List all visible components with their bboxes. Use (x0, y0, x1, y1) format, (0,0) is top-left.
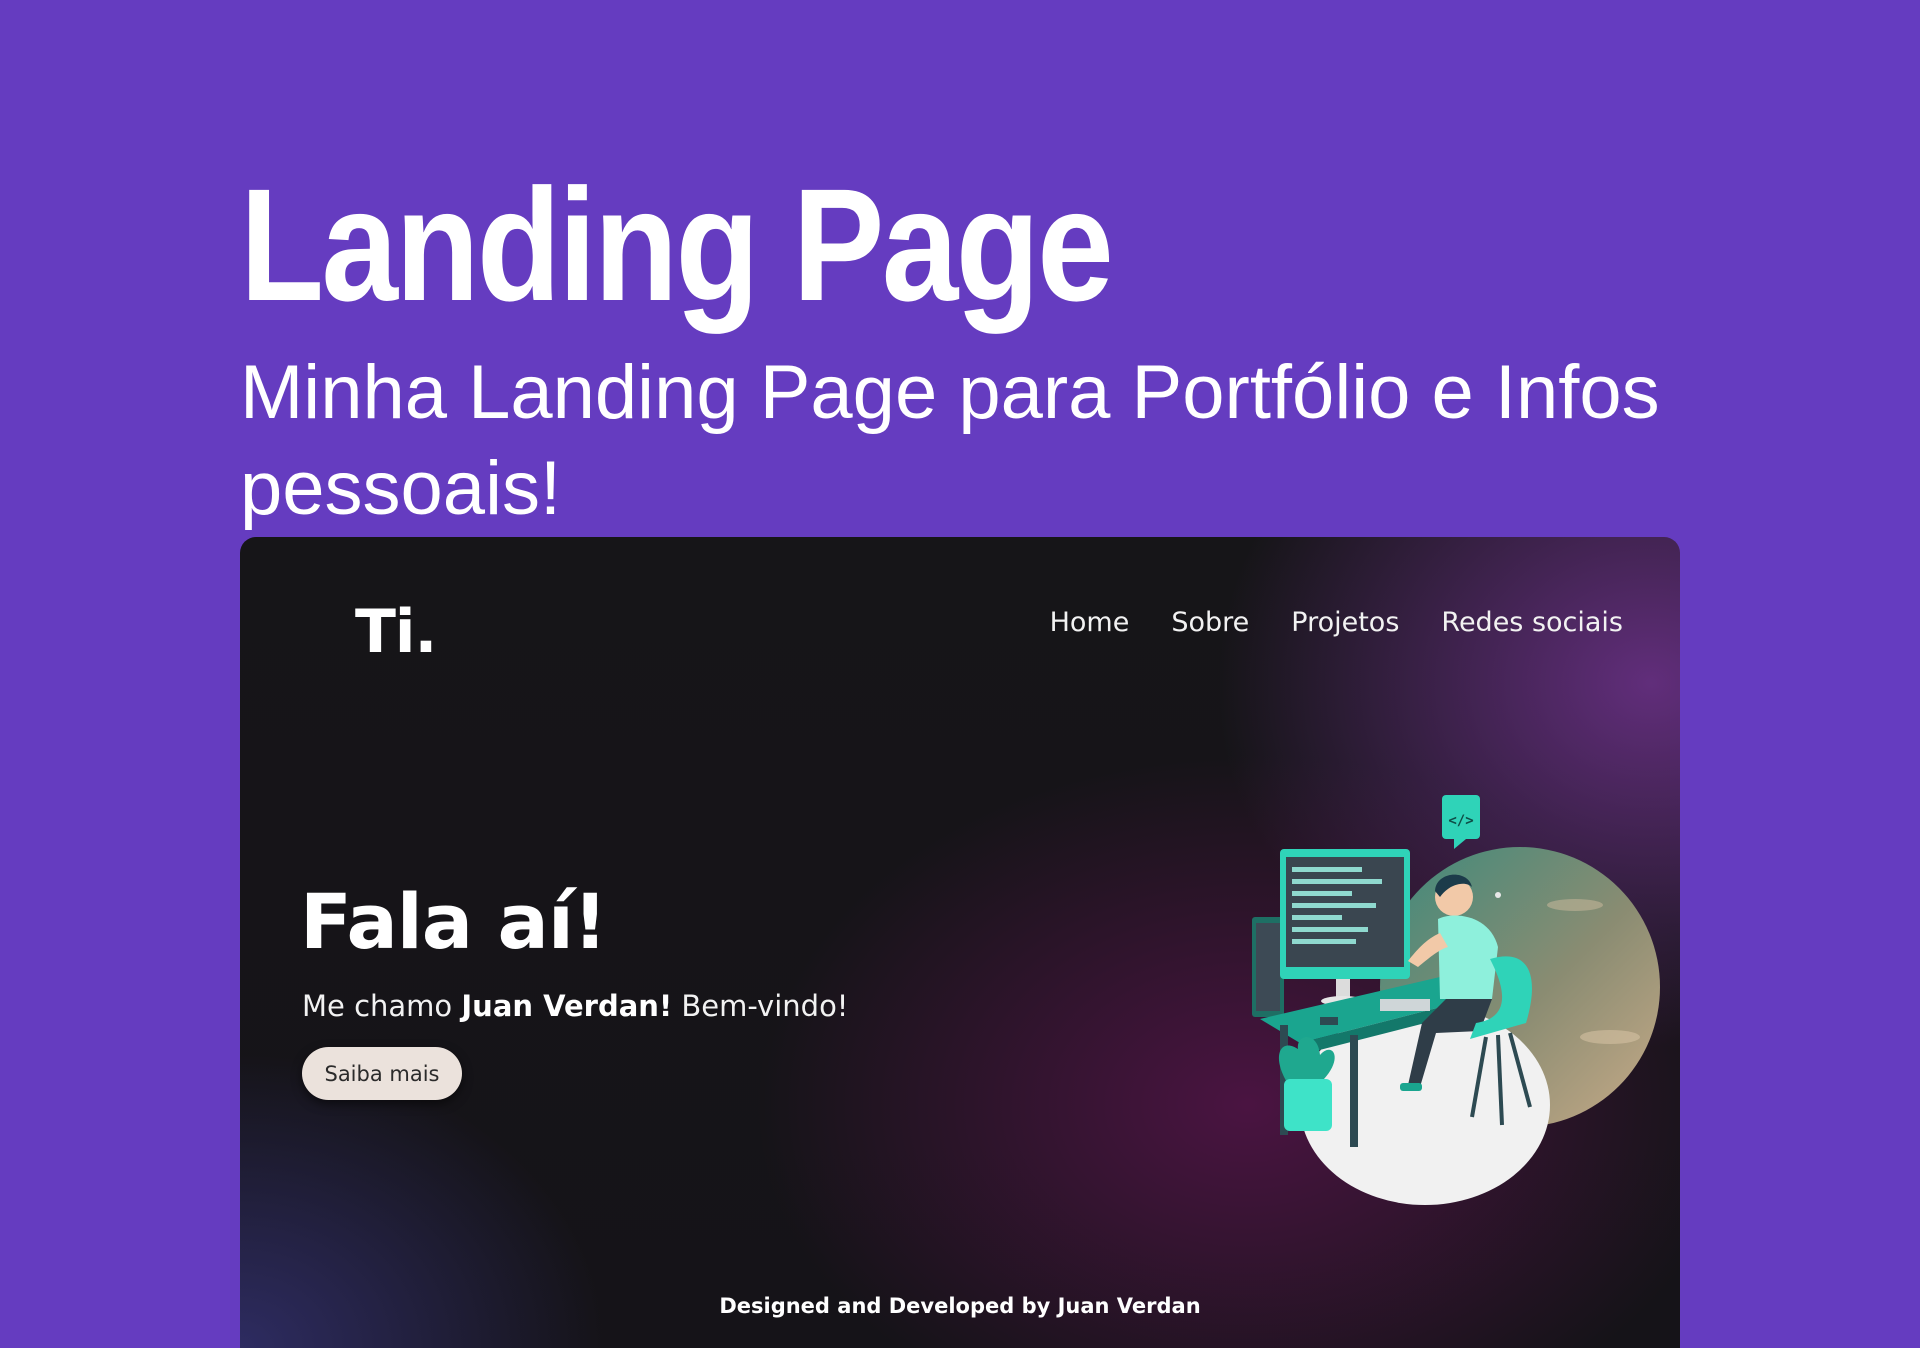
site-logo[interactable]: Ti. (355, 597, 437, 667)
nav-link-redes-sociais[interactable]: Redes sociais (1441, 607, 1623, 638)
plant (1278, 1036, 1335, 1131)
svg-text:</>: </> (1448, 813, 1473, 829)
nav-link-sobre[interactable]: Sobre (1171, 607, 1249, 638)
hero-greeting: Fala aí! (300, 877, 608, 966)
intro-suffix: Bem-vindo! (672, 989, 849, 1023)
page-title: Landing Page (240, 155, 1114, 334)
site-nav: Home Sobre Projetos Redes sociais (1050, 607, 1623, 638)
footer-credit: Designed and Developed by Juan Verdan (719, 1294, 1201, 1318)
code-bubble-icon: </> (1442, 795, 1480, 849)
hero-intro: Me chamo Juan Verdan! Bem-vindo! (302, 989, 848, 1023)
landing-page-preview: Ti. Home Sobre Projetos Redes sociais Fa… (240, 537, 1680, 1348)
saiba-mais-button[interactable]: Saiba mais (302, 1047, 462, 1100)
intro-prefix: Me chamo (302, 989, 462, 1023)
page-subtitle: Minha Landing Page para Portfólio e Info… (240, 350, 1660, 531)
intro-name: Juan Verdan! (461, 989, 673, 1023)
developer-at-desk-illustration: </> (1252, 795, 1660, 1205)
nav-link-home[interactable]: Home (1050, 607, 1130, 638)
nav-link-projetos[interactable]: Projetos (1291, 607, 1399, 638)
